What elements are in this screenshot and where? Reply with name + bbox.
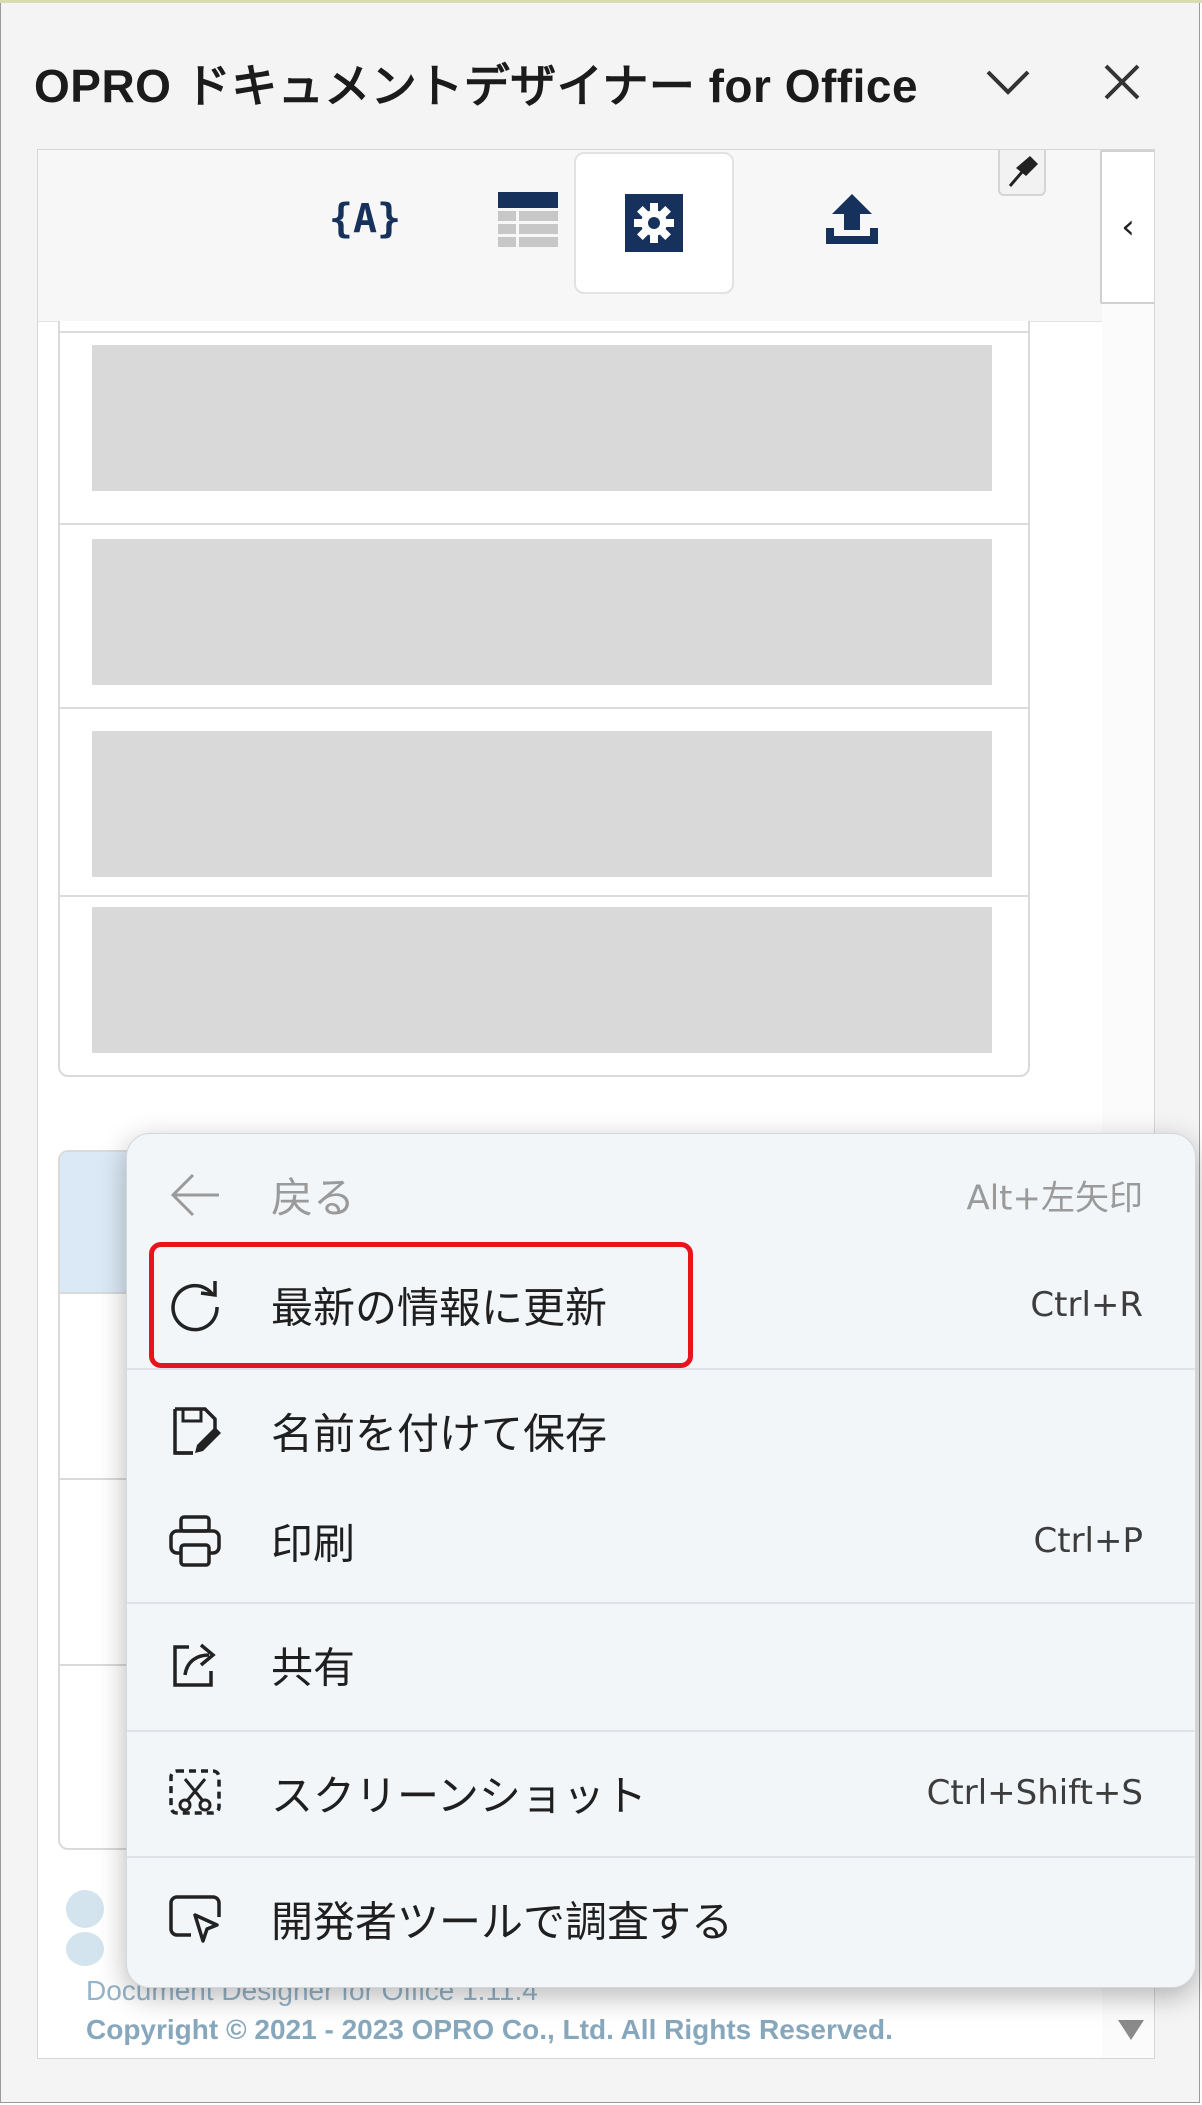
menu-item-label: スクリーンショット xyxy=(271,1771,647,1821)
upload-icon xyxy=(826,194,878,244)
pane-options-button[interactable] xyxy=(978,52,1038,112)
back-arrow-icon xyxy=(170,1173,219,1217)
menu-item-back[interactable]: 戻る Alt+左矢印 xyxy=(127,1140,1195,1250)
menu-item-shortcut: Ctrl+Shift+S xyxy=(926,1773,1143,1813)
card-row xyxy=(60,707,1028,897)
loading-placeholder xyxy=(92,907,992,1053)
share-icon xyxy=(173,1643,216,1687)
menu-item-shortcut: Ctrl+P xyxy=(1033,1521,1144,1561)
inspect-icon xyxy=(169,1895,221,1943)
scroll-down-arrow-icon[interactable] xyxy=(1118,2020,1144,2040)
menu-item-label: 戻る xyxy=(271,1173,356,1223)
print-icon xyxy=(169,1515,221,1567)
menu-item-label: 共有 xyxy=(271,1643,356,1693)
menu-item-share[interactable]: 共有 xyxy=(127,1610,1195,1720)
opro-logo-part xyxy=(66,1932,104,1966)
menu-item-screenshot[interactable]: スクリーンショット Ctrl+Shift+S xyxy=(127,1738,1195,1848)
menu-item-save-as[interactable]: 名前を付けて保存 xyxy=(127,1376,1195,1486)
toolbar: {A} xyxy=(38,150,1102,322)
menu-item-print[interactable]: 印刷 Ctrl+P xyxy=(127,1486,1195,1596)
menu-separator xyxy=(127,1368,1195,1370)
save-as-icon xyxy=(173,1407,221,1455)
pane-title: OPRO ドキュメントデザイナー for Office xyxy=(34,60,919,112)
menu-item-shortcut: Alt+左矢印 xyxy=(966,1178,1143,1219)
tab-settings[interactable] xyxy=(574,152,734,294)
screenshot-icon xyxy=(169,1769,221,1815)
chevron-down-icon xyxy=(986,70,1030,95)
highlight-box xyxy=(149,1242,693,1368)
copyright-text: Copyright © 2021 - 2023 OPRO Co., Ltd. A… xyxy=(86,2014,893,2045)
pin-button[interactable] xyxy=(998,150,1046,196)
tab-upload[interactable] xyxy=(772,150,932,290)
window-top-edge xyxy=(0,0,1202,3)
menu-item-label: 印刷 xyxy=(271,1519,356,1569)
menu-item-inspect[interactable]: 開発者ツールで調査する xyxy=(127,1864,1195,1974)
card-row xyxy=(60,331,1028,525)
menu-separator xyxy=(127,1602,1195,1604)
pin-icon xyxy=(1008,156,1038,187)
braces-a-icon: {A} xyxy=(330,196,400,242)
menu-item-label: 開発者ツールで調査する xyxy=(271,1897,734,1947)
gear-icon xyxy=(625,194,683,252)
context-menu: 戻る Alt+左矢印 最新の情報に更新 Ctrl+R 名前を付けて保存 印刷 C… xyxy=(126,1133,1196,1988)
chevron-left-icon: ‹ xyxy=(1121,207,1135,247)
close-icon xyxy=(1104,64,1140,100)
menu-item-shortcut: Ctrl+R xyxy=(1030,1285,1143,1325)
svg-text:{A}: {A} xyxy=(330,196,400,242)
collapse-pane-button[interactable]: ‹ xyxy=(1100,150,1154,304)
menu-separator xyxy=(127,1856,1195,1858)
table-icon xyxy=(498,192,558,248)
card-row xyxy=(60,523,1028,709)
menu-item-label: 名前を付けて保存 xyxy=(271,1409,608,1459)
menu-separator xyxy=(127,1730,1195,1732)
settings-card xyxy=(58,321,1030,1077)
opro-logo xyxy=(66,1890,104,1928)
close-button[interactable] xyxy=(1092,52,1152,112)
tab-variables[interactable]: {A} xyxy=(285,150,445,290)
